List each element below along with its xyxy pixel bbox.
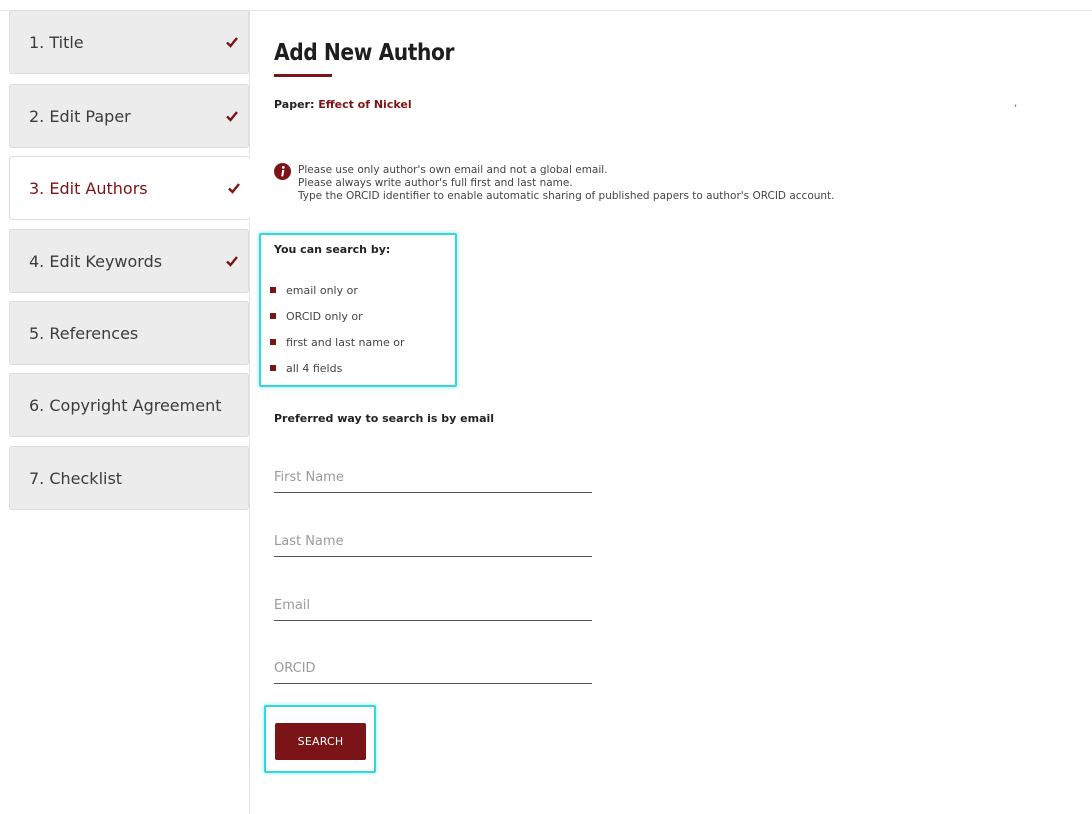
search-by-heading: You can search by: bbox=[274, 243, 391, 256]
list-item: ORCID only or bbox=[270, 303, 404, 329]
step-label: 4. Edit Keywords bbox=[29, 251, 163, 271]
step-copyright-agreement[interactable]: 6. Copyright Agreement bbox=[9, 373, 249, 437]
checkmark-icon bbox=[226, 111, 238, 122]
step-references[interactable]: 5. References bbox=[9, 301, 249, 365]
page-title: Add New Author bbox=[274, 40, 454, 66]
step-label: 2. Edit Paper bbox=[29, 106, 131, 126]
note-line: Please use only author's own email and n… bbox=[298, 164, 608, 176]
stray-mark: , bbox=[1014, 98, 1018, 109]
first-name-input[interactable] bbox=[274, 463, 592, 493]
list-item-label: email only or bbox=[286, 283, 358, 297]
list-item: first and last name or bbox=[270, 329, 404, 355]
list-item-label: first and last name or bbox=[286, 335, 405, 349]
note-line: Please always write author's full first … bbox=[298, 177, 573, 189]
list-item: all 4 fields bbox=[270, 355, 404, 381]
step-label: 3. Edit Authors bbox=[29, 178, 148, 198]
email-input[interactable] bbox=[274, 591, 592, 621]
orcid-input[interactable] bbox=[274, 654, 592, 684]
note-line: Type the ORCID identifier to enable auto… bbox=[298, 190, 835, 202]
bullet-square-icon bbox=[270, 287, 276, 293]
checkmark-icon bbox=[226, 256, 238, 267]
info-icon bbox=[274, 163, 291, 180]
step-label: 5. References bbox=[29, 323, 139, 343]
step-label: 6. Copyright Agreement bbox=[29, 395, 222, 415]
preferred-search-note: Preferred way to search is by email bbox=[274, 412, 495, 425]
checkmark-icon bbox=[228, 183, 240, 194]
bullet-square-icon bbox=[270, 339, 276, 345]
paper-title: Effect of Nickel bbox=[318, 98, 412, 111]
step-edit-authors[interactable]: 3. Edit Authors bbox=[9, 156, 250, 220]
step-title[interactable]: 1. Title bbox=[9, 10, 249, 74]
list-item: email only or bbox=[270, 277, 404, 303]
step-edit-paper[interactable]: 2. Edit Paper bbox=[9, 84, 249, 148]
list-item-label: all 4 fields bbox=[286, 361, 343, 375]
bullet-square-icon bbox=[270, 365, 276, 371]
paper-prefix: Paper: bbox=[274, 98, 319, 111]
checkmark-icon bbox=[226, 37, 238, 48]
last-name-input[interactable] bbox=[274, 527, 592, 557]
search-options-list: email only or ORCID only or first and la… bbox=[270, 277, 404, 381]
step-checklist[interactable]: 7. Checklist bbox=[9, 446, 249, 510]
instruction-notes: Please use only author's own email and n… bbox=[298, 164, 835, 203]
step-label: 7. Checklist bbox=[29, 468, 123, 488]
paper-info: Paper: Effect of Nickel bbox=[274, 98, 412, 111]
search-button[interactable]: SEARCH bbox=[275, 723, 366, 760]
sidebar-divider bbox=[249, 10, 250, 814]
step-edit-keywords[interactable]: 4. Edit Keywords bbox=[9, 229, 249, 293]
list-item-label: ORCID only or bbox=[286, 309, 363, 323]
step-label: 1. Title bbox=[29, 32, 84, 52]
bullet-square-icon bbox=[270, 313, 276, 319]
title-underline bbox=[274, 74, 332, 77]
